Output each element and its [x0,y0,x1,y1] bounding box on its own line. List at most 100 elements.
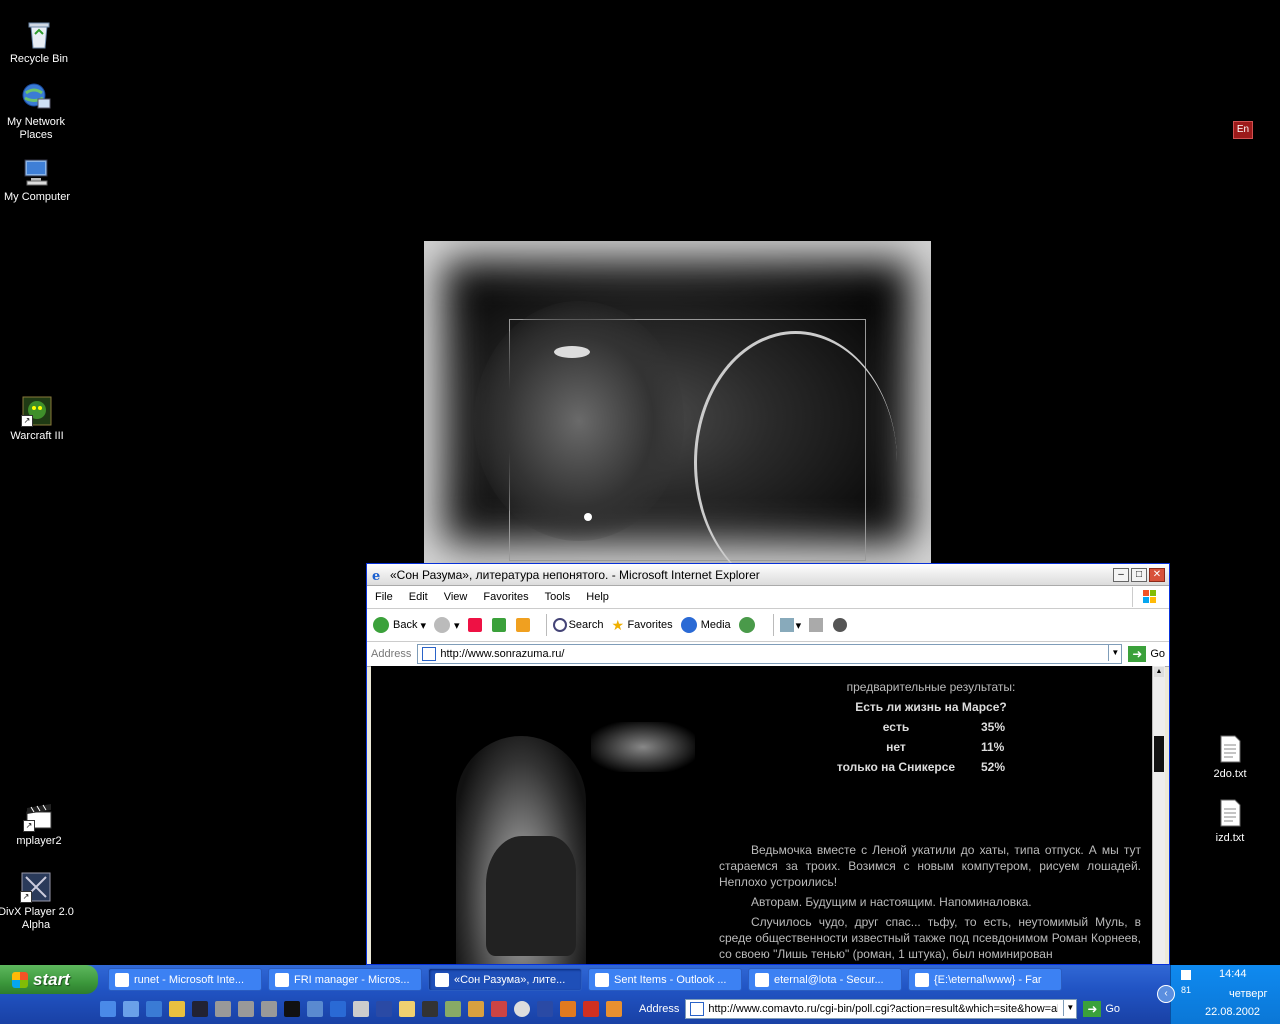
desktop-icon-label: mplayer2 [16,835,62,847]
desktop-icon-izd-txt[interactable]: izd.txt [1192,797,1268,845]
notepad-quicklaunch-icon[interactable] [192,1001,208,1017]
paint-quicklaunch-icon[interactable] [468,1001,484,1017]
menu-favorites[interactable]: Favorites [475,591,536,603]
refresh-button[interactable] [491,618,508,632]
go-label: Go [1150,648,1165,660]
back-button[interactable]: Back ▾ [373,617,426,633]
drive-quicklaunch-icon[interactable] [261,1001,277,1017]
ie-window[interactable]: e «Сон Разума», литература непонятого. -… [366,563,1170,965]
desktop-icon-my-network-places[interactable]: My Network Places [0,81,74,142]
news-paragraph-link[interactable]: Авторам. Будущим и настоящим. Напоминало… [719,894,1141,910]
show-hidden-icons-chevron-icon[interactable]: ‹ [1157,985,1175,1003]
start-label: start [33,969,70,989]
taskbar-button-son-razuma[interactable]: «Сон Разума», лите... [428,968,582,991]
desktop-icon-label: My Network Places [6,116,66,141]
menu-help[interactable]: Help [578,591,617,603]
print-button[interactable] [809,618,825,632]
favorites-button[interactable]: ★ Favorites [611,618,672,632]
art-light-dot [584,513,592,521]
desktop-icon-recycle-bin[interactable]: Recycle Bin [1,18,77,66]
taskbar-button-label: runet - Microsoft Inte... [134,973,245,986]
word-quicklaunch-icon[interactable] [376,1001,392,1017]
taskbar-button-securecrt[interactable]: eternal@lota - Secur... [748,968,902,991]
maximize-button[interactable]: □ [1131,567,1147,582]
drive-quicklaunch-icon[interactable] [238,1001,254,1017]
history-button[interactable] [738,617,759,633]
go-button[interactable]: ➜ Go [1128,646,1165,662]
address-dropdown-icon[interactable]: ▼ [1108,645,1121,661]
desktop-icon-mplayer2[interactable]: ↗ mplayer2 [1,800,77,848]
tool-quicklaunch-icon[interactable] [445,1001,461,1017]
menu-edit[interactable]: Edit [401,591,436,603]
app-quicklaunch-icon[interactable] [560,1001,576,1017]
stop-button[interactable] [467,618,484,632]
address-input[interactable]: http://www.sonrazuma.ru/ ▼ [417,644,1123,664]
mail-icon [779,618,794,632]
taskbar-button-far[interactable]: {E:\eternal\www} - Far [908,968,1062,991]
page-icon [690,1002,705,1016]
taskbar-go-label[interactable]: Go [1105,1003,1120,1015]
forward-arrow-icon [434,617,451,633]
app-quicklaunch-icon[interactable] [422,1001,438,1017]
menu-tools[interactable]: Tools [537,591,579,603]
horse-shape [486,836,576,956]
menu-file[interactable]: File [367,591,401,603]
address-dropdown-icon[interactable]: ▼ [1063,1000,1076,1016]
close-button[interactable]: ✕ [1149,567,1165,582]
mail-button[interactable]: ▾ [779,618,801,632]
desktop-icon-divx-player[interactable]: ↗ DivX Player 2.0 Alpha [0,871,74,932]
network-quicklaunch-icon[interactable] [146,1001,162,1017]
language-indicator[interactable]: En [1233,121,1253,139]
taskbar-address-url: http://www.comavto.ru/cgi-bin/poll.cgi?a… [708,1003,1059,1015]
flower-icon [833,618,848,632]
z-quicklaunch-icon[interactable] [583,1001,599,1017]
start-button[interactable]: start [0,965,98,994]
stop-icon [467,618,482,632]
tray-indicator[interactable]: 81 [1181,985,1191,995]
taskbar-button-fri-manager[interactable]: FRI manager - Micros... [268,968,422,991]
app-quicklaunch-icon[interactable] [491,1001,507,1017]
search-icon [552,618,567,632]
computer-icon [21,156,53,188]
play-quicklaunch-icon[interactable] [353,1001,369,1017]
desktop-icon-my-computer[interactable]: My Computer [0,156,75,204]
desktop-icon-warcraft-iii[interactable]: ↗ Warcraft III [0,395,75,443]
scroll-thumb[interactable] [1154,736,1164,772]
taskbar-button-runet[interactable]: runet - Microsoft Inte... [108,968,262,991]
history-icon [738,617,755,633]
divx-player-icon: ↗ [20,871,52,903]
folder-quicklaunch-icon[interactable] [399,1001,415,1017]
media-label: Media [700,619,731,631]
outlook-quicklaunch-icon[interactable] [123,1001,139,1017]
cd-quicklaunch-icon[interactable] [514,1001,530,1017]
minimize-button[interactable]: – [1113,567,1129,582]
media-button[interactable]: Media [680,617,731,633]
ie-quicklaunch-icon[interactable] [100,1001,116,1017]
forward-button[interactable]: ▾ [434,617,460,633]
clock-time[interactable]: 14:44 [1219,968,1247,980]
poll-row: есть 35% [811,720,1051,734]
poll-row: только на Сникерсе 52% [811,760,1051,774]
tray-flag-icon[interactable] [1181,970,1191,980]
window-quicklaunch-icon[interactable] [284,1001,300,1017]
tool-quicklaunch-icon[interactable] [606,1001,622,1017]
network-quicklaunch-icon[interactable] [307,1001,323,1017]
address-label: Address [371,648,412,660]
messenger-button[interactable] [833,618,849,632]
globe-quicklaunch-icon[interactable] [330,1001,346,1017]
drive-quicklaunch-icon[interactable] [215,1001,231,1017]
plus-quicklaunch-icon[interactable] [537,1001,553,1017]
ie-title-bar[interactable]: e «Сон Разума», литература непонятого. -… [367,564,1169,586]
desktop-icon-2do-txt[interactable]: 2do.txt [1192,733,1268,781]
taskbar-address-input[interactable]: http://www.comavto.ru/cgi-bin/poll.cgi?a… [685,999,1078,1019]
home-button[interactable] [515,618,532,632]
taskbar-button-outlook[interactable]: Sent Items - Outlook ... [588,968,742,991]
recycle-bin-icon [23,18,55,50]
scroll-up-icon[interactable]: ▲ [1154,667,1164,677]
menu-view[interactable]: View [436,591,476,603]
tool-quicklaunch-icon[interactable] [169,1001,185,1017]
vertical-scrollbar[interactable]: ▲ [1152,666,1165,964]
favorites-label: Favorites [627,619,673,631]
go-arrow-icon[interactable]: ➜ [1083,1001,1102,1017]
search-button[interactable]: Search [552,618,603,632]
